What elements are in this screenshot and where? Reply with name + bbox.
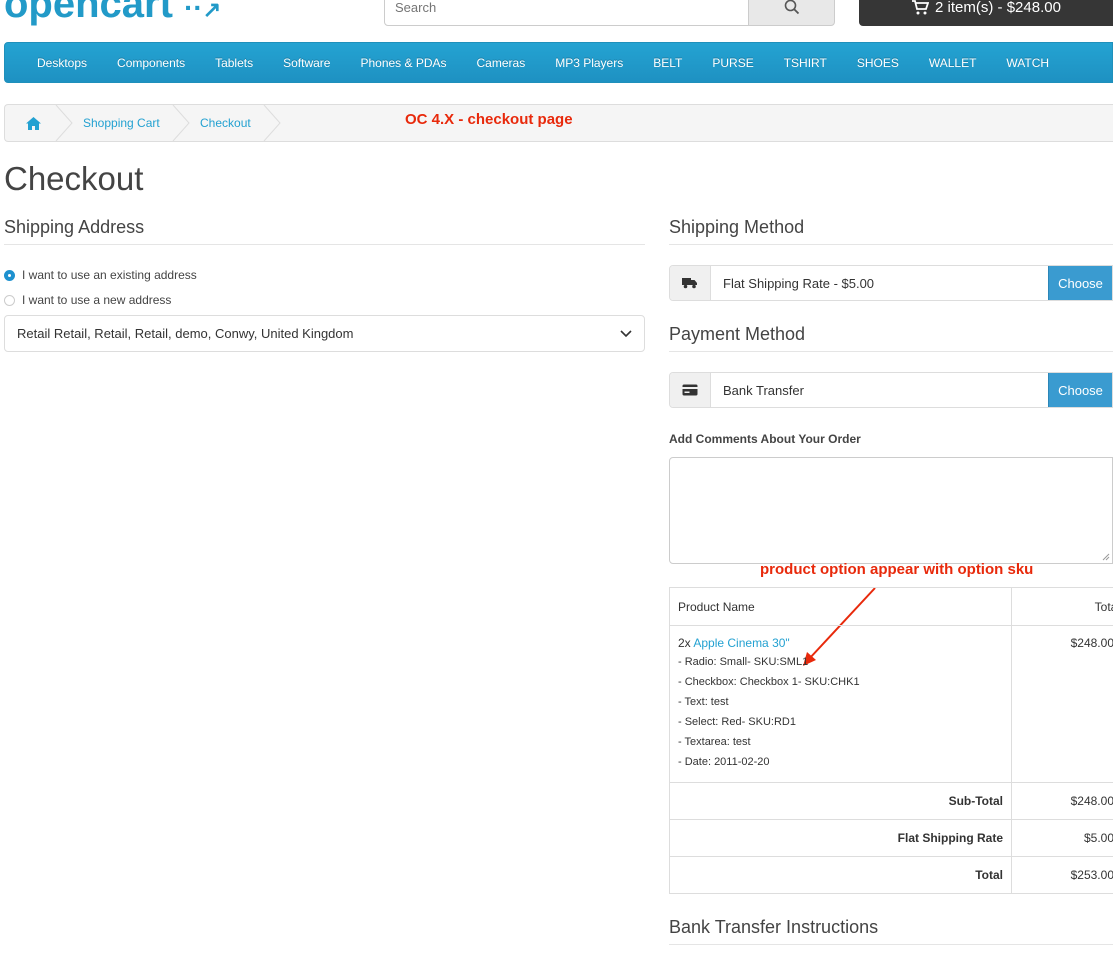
menu-item-purse[interactable]: PURSE bbox=[697, 56, 768, 70]
totals-value: $253.00 bbox=[1011, 856, 1113, 894]
address-select-value: Retail Retail, Retail, Retail, demo, Con… bbox=[17, 326, 354, 341]
breadcrumb-checkout[interactable]: Checkout bbox=[200, 105, 251, 141]
payment-method-group: Bank Transfer Choose bbox=[669, 372, 1113, 408]
choose-payment-button[interactable]: Choose bbox=[1048, 373, 1112, 407]
resize-handle-icon[interactable] bbox=[1102, 553, 1110, 561]
search-field[interactable] bbox=[384, 0, 749, 26]
breadcrumb-home[interactable] bbox=[25, 105, 42, 141]
menu-item-tablets[interactable]: Tablets bbox=[200, 56, 268, 70]
totals-label: Flat Shipping Rate bbox=[669, 819, 1012, 857]
bank-transfer-title: Bank Transfer Instructions bbox=[669, 917, 879, 937]
product-quantity: 2x bbox=[678, 636, 691, 650]
divider bbox=[4, 244, 645, 245]
radio-existing-address[interactable]: I want to use an existing address bbox=[4, 268, 197, 282]
menu-item-watch[interactable]: WATCH bbox=[991, 56, 1064, 70]
annotation-option-sku: product option appear with option sku bbox=[760, 561, 1034, 578]
column-header-product: Product Name bbox=[669, 587, 1012, 626]
totals-row: Flat Shipping Rate $5.00 bbox=[669, 819, 1113, 857]
table-header-row: Product Name Total bbox=[669, 587, 1113, 626]
credit-card-icon bbox=[670, 373, 711, 407]
menu-item-shoes[interactable]: SHOES bbox=[842, 56, 914, 70]
product-total-cell: $248.00 bbox=[1011, 625, 1113, 783]
product-option: - Checkbox: Checkbox 1- SKU:CHK1 bbox=[678, 676, 860, 688]
column-header-total: Total bbox=[1011, 587, 1113, 626]
divider bbox=[669, 944, 1113, 945]
shipping-address-title: Shipping Address bbox=[4, 217, 145, 237]
menu-item-tshirt[interactable]: TSHIRT bbox=[769, 56, 842, 70]
page-title: Checkout bbox=[4, 160, 144, 197]
totals-row: Sub-Total $248.00 bbox=[669, 782, 1113, 820]
shipping-method-value: Flat Shipping Rate - $5.00 bbox=[723, 275, 875, 291]
comments-label: Add Comments About Your Order bbox=[669, 432, 861, 446]
breadcrumb-separator bbox=[263, 105, 281, 141]
home-icon bbox=[26, 116, 41, 130]
product-cell: 2x Apple Cinema 30" - Radio: Small- SKU:… bbox=[669, 625, 1012, 783]
divider bbox=[669, 351, 1113, 352]
order-summary-table: Product Name Total 2x Apple Cinema 30" -… bbox=[669, 587, 1113, 894]
choose-shipping-button[interactable]: Choose bbox=[1048, 266, 1112, 300]
totals-row: Total $253.00 bbox=[669, 856, 1113, 894]
search-button[interactable] bbox=[748, 0, 835, 26]
address-select[interactable]: Retail Retail, Retail, Retail, demo, Con… bbox=[4, 315, 645, 352]
menu-item-phones-pdas[interactable]: Phones & PDAs bbox=[345, 56, 461, 70]
breadcrumb-shopping-cart[interactable]: Shopping Cart bbox=[83, 105, 160, 141]
breadcrumb-separator bbox=[55, 105, 73, 141]
product-option: - Textarea: test bbox=[678, 736, 751, 748]
totals-label: Total bbox=[669, 856, 1012, 894]
annotation-page-version: OC 4.X - checkout page bbox=[405, 111, 573, 128]
radio-existing-label: I want to use an existing address bbox=[22, 268, 197, 282]
radio-new-address[interactable]: I want to use a new address bbox=[4, 293, 171, 307]
comments-textarea[interactable] bbox=[669, 457, 1113, 564]
totals-value: $248.00 bbox=[1011, 782, 1113, 820]
menu-item-software[interactable]: Software bbox=[268, 56, 345, 70]
menu-item-components[interactable]: Components bbox=[102, 56, 200, 70]
menu-item-mp3-players[interactable]: MP3 Players bbox=[540, 56, 638, 70]
product-option: - Select: Red- SKU:RD1 bbox=[678, 716, 796, 728]
search-icon bbox=[784, 0, 799, 15]
cart-total-label: 2 item(s) - $248.00 bbox=[935, 0, 1061, 16]
product-link[interactable]: Apple Cinema 30" bbox=[693, 636, 789, 650]
chevron-down-icon bbox=[620, 329, 632, 337]
opencart-logo[interactable]: opencart ··↗ bbox=[4, 0, 221, 27]
radio-new-label: I want to use a new address bbox=[22, 293, 172, 307]
cart-button[interactable]: 2 item(s) - $248.00 bbox=[859, 0, 1113, 26]
payment-method-value: Bank Transfer bbox=[723, 382, 804, 398]
menu-item-cameras[interactable]: Cameras bbox=[462, 56, 541, 70]
divider bbox=[669, 244, 1113, 245]
product-option: - Radio: Small- SKU:SML1 bbox=[678, 656, 809, 668]
totals-label: Sub-Total bbox=[669, 782, 1012, 820]
totals-value: $5.00 bbox=[1011, 819, 1113, 857]
payment-method-title: Payment Method bbox=[669, 324, 806, 344]
main-menu: Desktops Components Tablets Software Pho… bbox=[4, 42, 1113, 83]
menu-item-desktops[interactable]: Desktops bbox=[22, 56, 102, 70]
radio-button-checked[interactable] bbox=[4, 269, 15, 281]
product-option: - Date: 2011-02-20 bbox=[678, 756, 770, 768]
menu-item-wallet[interactable]: WALLET bbox=[914, 56, 992, 70]
truck-icon bbox=[670, 266, 711, 300]
cart-icon bbox=[912, 0, 930, 14]
breadcrumb-separator bbox=[172, 105, 190, 141]
shipping-method-title: Shipping Method bbox=[669, 217, 805, 237]
table-row: 2x Apple Cinema 30" - Radio: Small- SKU:… bbox=[669, 625, 1113, 783]
menu-item-belt[interactable]: BELT bbox=[638, 56, 697, 70]
shipping-method-group: Flat Shipping Rate - $5.00 Choose bbox=[669, 265, 1113, 301]
product-option: - Text: test bbox=[678, 696, 729, 708]
search-input[interactable] bbox=[385, 0, 748, 25]
radio-button[interactable] bbox=[4, 294, 15, 306]
